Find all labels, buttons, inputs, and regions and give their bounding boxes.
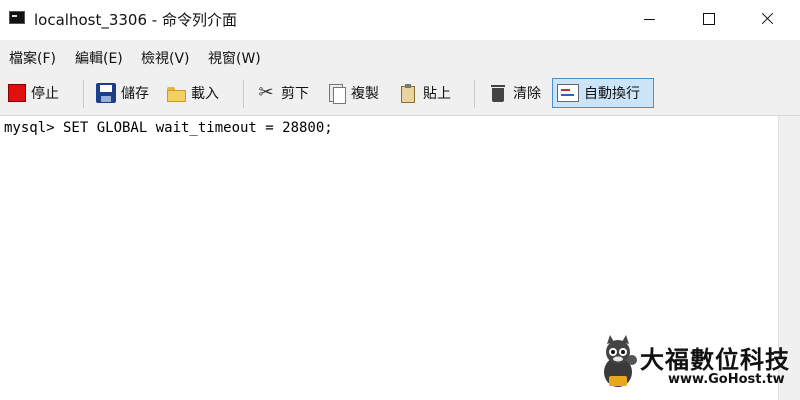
folder-icon <box>166 83 186 103</box>
menu-view[interactable]: 檢視(V) <box>141 48 190 68</box>
clipboard-icon <box>398 83 418 103</box>
menu-window[interactable]: 視窗(W) <box>208 48 261 68</box>
title-bar: localhost_3306 - 命令列介面 <box>0 0 800 38</box>
toolbar-separator <box>83 80 84 108</box>
console-line: mysql> SET GLOBAL wait_timeout = 28800; <box>4 120 333 136</box>
clear-label: 清除 <box>513 86 541 102</box>
stop-label: 停止 <box>31 86 59 102</box>
stop-icon <box>8 84 26 102</box>
maximize-icon[interactable] <box>685 0 731 38</box>
copy-label: 複製 <box>351 86 379 102</box>
console-app-icon <box>9 11 25 24</box>
clear-button[interactable]: 清除 <box>488 78 541 108</box>
word-wrap-toggle[interactable]: 自動換行 <box>552 78 654 108</box>
toolbar-separator <box>243 80 244 108</box>
copy-button[interactable]: 複製 <box>326 78 379 108</box>
scissors-icon: ✂ <box>258 82 274 103</box>
cut-button[interactable]: ✂ 剪下 <box>256 78 309 108</box>
window-title: localhost_3306 - 命令列介面 <box>34 11 237 29</box>
paste-button[interactable]: 貼上 <box>398 78 451 108</box>
save-label: 儲存 <box>121 86 149 102</box>
menu-bar: 檔案(F) 編輯(E) 檢視(V) 視窗(W) <box>0 40 800 72</box>
brand-url: www.GoHost.tw <box>668 372 785 387</box>
watermark-logo: 大福數位科技 www.GoHost.tw <box>598 334 798 396</box>
toolbar: 停止 儲存 載入 ✂ 剪下 複製 貼上 清除 自動換行 <box>0 72 800 116</box>
menu-edit[interactable]: 編輯(E) <box>75 48 123 68</box>
paste-label: 貼上 <box>423 86 451 102</box>
load-button[interactable]: 載入 <box>166 78 219 108</box>
save-button[interactable]: 儲存 <box>96 78 149 108</box>
close-icon[interactable] <box>744 0 790 38</box>
trash-icon <box>488 83 508 103</box>
menu-file[interactable]: 檔案(F) <box>9 48 56 68</box>
toolbar-separator <box>474 80 475 108</box>
copy-icon <box>326 83 346 104</box>
lucky-cat-mascot-icon <box>604 335 637 387</box>
minimize-icon[interactable] <box>626 0 672 38</box>
stop-button[interactable]: 停止 <box>8 78 59 108</box>
brand-name: 大福數位科技 <box>640 346 790 374</box>
word-wrap-label: 自動換行 <box>584 86 640 102</box>
load-label: 載入 <box>191 86 219 102</box>
command-line-window: localhost_3306 - 命令列介面 檔案(F) 編輯(E) 檢視(V)… <box>0 0 800 400</box>
word-wrap-icon <box>557 84 579 102</box>
cut-label: 剪下 <box>281 86 309 102</box>
save-icon <box>96 83 116 103</box>
